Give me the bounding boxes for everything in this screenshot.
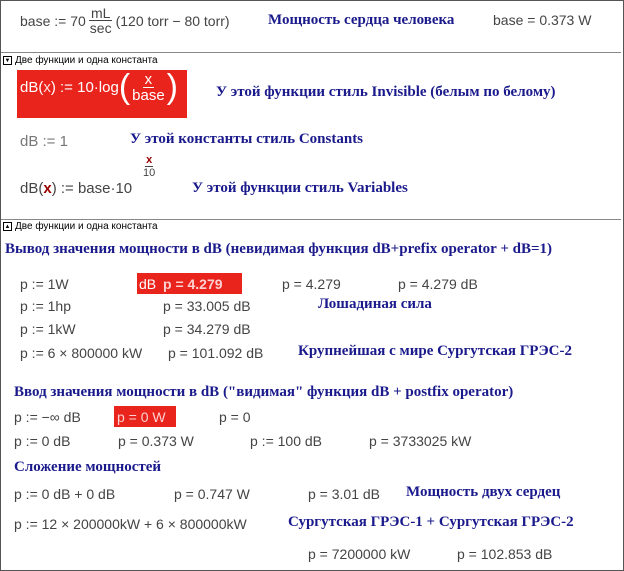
- region-header-collapse[interactable]: ▼ Две функции и одна константа: [3, 55, 158, 66]
- s2-r1-result[interactable]: p = 0 W: [117, 410, 166, 424]
- close-paren: ): [166, 67, 178, 106]
- region-header-expand[interactable]: ▲ Две функции и одна константа: [3, 221, 158, 232]
- s1-r4-result[interactable]: p = 101.092 dB: [168, 346, 263, 360]
- db-constant[interactable]: dB := 1: [20, 134, 68, 149]
- base-definition-left: base := 70: [20, 12, 86, 29]
- fn2-lhs: dB(: [20, 180, 44, 197]
- fn2-var-x: x: [43, 180, 52, 197]
- horsepower-note[interactable]: Лошадиная сила: [318, 297, 432, 312]
- s2-r1-plain[interactable]: p = 0: [219, 410, 251, 424]
- fn1-num: x: [142, 71, 155, 88]
- section-output-title[interactable]: Вывод значения мощности в dB (невидимая …: [5, 242, 552, 257]
- constants-style-note[interactable]: У этой константы стиль Constants: [130, 132, 363, 147]
- invisible-style-note[interactable]: У этой функции стиль Invisible (белым по…: [216, 85, 556, 100]
- base-definition[interactable]: base := 70 mL sec (120 torr − 80 torr): [20, 6, 230, 35]
- variables-function-expr[interactable]: dB(x) := base·10: [20, 181, 132, 196]
- fn1-fraction: x base: [130, 72, 167, 103]
- region-header-label: Две функции и одна константа: [15, 55, 158, 66]
- s1-r1-db-prefix: dB: [139, 276, 157, 292]
- s1-r1-prefix-result[interactable]: p = 4.279: [163, 277, 223, 291]
- region-header-label-2: Две функции и одна константа: [15, 221, 158, 232]
- fn1-var-x: x: [43, 79, 51, 96]
- s3-r1-result[interactable]: p = 0.747 W: [174, 487, 250, 501]
- fn1-mid: ) := 10·log: [50, 79, 119, 96]
- variables-style-note[interactable]: У этой функции стиль Variables: [192, 181, 408, 196]
- s1-r2-result[interactable]: p = 33.005 dB: [163, 299, 251, 313]
- fn1-lhs: dB(: [20, 79, 44, 96]
- section-sum-title[interactable]: Сложение мощностей: [14, 460, 161, 475]
- s2-r2-assign2[interactable]: p := 100 dB: [250, 434, 322, 448]
- fraction-numerator: mL: [88, 5, 113, 21]
- base-definition-right: (120 torr − 80 torr): [115, 12, 230, 29]
- s1-r1-assign[interactable]: p := 1W: [20, 277, 69, 291]
- s3-r1-assign[interactable]: p := 0 dB + 0 dB: [14, 487, 115, 501]
- s1-r3-assign[interactable]: p := 1kW: [20, 322, 76, 336]
- s1-r3-result[interactable]: p = 34.279 dB: [163, 322, 251, 336]
- s2-r2-assign[interactable]: p := 0 dB: [14, 434, 70, 448]
- fn2-mid: ) := base·10: [51, 180, 133, 197]
- s3-r1-db-result[interactable]: p = 3.01 dB: [308, 487, 380, 501]
- invisible-function-expr[interactable]: dB(x) := 10·log ( x base ): [20, 67, 178, 106]
- heart-power-title[interactable]: Мощность сердца человека: [268, 13, 454, 28]
- s1-r4-assign[interactable]: p := 6 × 800000 kW: [20, 346, 142, 360]
- s3-r3-result[interactable]: p = 7200000 kW: [308, 547, 410, 561]
- section-input-title[interactable]: Ввод значения мощности в dB ("видимая" ф…: [14, 385, 513, 400]
- collapse-arrow-icon[interactable]: ▼: [3, 56, 12, 65]
- fn1-den: base: [132, 87, 165, 104]
- s1-r1-plain-result[interactable]: p = 4.279: [282, 277, 341, 291]
- s3-r3-db-result[interactable]: p = 102.853 dB: [457, 547, 552, 561]
- s2-r1-assign[interactable]: p := −∞ dB: [14, 410, 81, 424]
- two-hearts-note[interactable]: Мощность двух сердец: [406, 485, 560, 500]
- expand-arrow-icon[interactable]: ▲: [3, 222, 12, 231]
- s3-r2-assign[interactable]: p := 12 × 200000kW + 6 × 800000kW: [14, 517, 247, 531]
- s1-r1-db-result[interactable]: p = 4.279 dB: [398, 277, 478, 291]
- base-result[interactable]: base = 0.373 W: [493, 13, 591, 27]
- fn2-exp-num: x: [145, 154, 154, 168]
- s2-r2-result[interactable]: p = 0.373 W: [118, 434, 194, 448]
- fraction-denominator: sec: [89, 20, 112, 36]
- region-separator-top: [1, 52, 621, 53]
- s1-r2-assign[interactable]: p := 1hp: [20, 299, 71, 313]
- fn2-exponent: x 10: [143, 154, 155, 179]
- open-paren: (: [118, 67, 131, 106]
- region-separator-bottom: [1, 219, 621, 220]
- s2-r2-result2[interactable]: p = 3733025 kW: [369, 434, 471, 448]
- ml-per-sec-fraction: mL sec: [88, 6, 114, 35]
- surgut-note[interactable]: Крупнейшая с мире Сургутская ГРЭС-2: [298, 344, 572, 359]
- fn2-exp-den: 10: [143, 167, 156, 180]
- surgut-sum-note[interactable]: Сургутская ГРЭС-1 + Сургутская ГРЭС-2: [288, 515, 574, 530]
